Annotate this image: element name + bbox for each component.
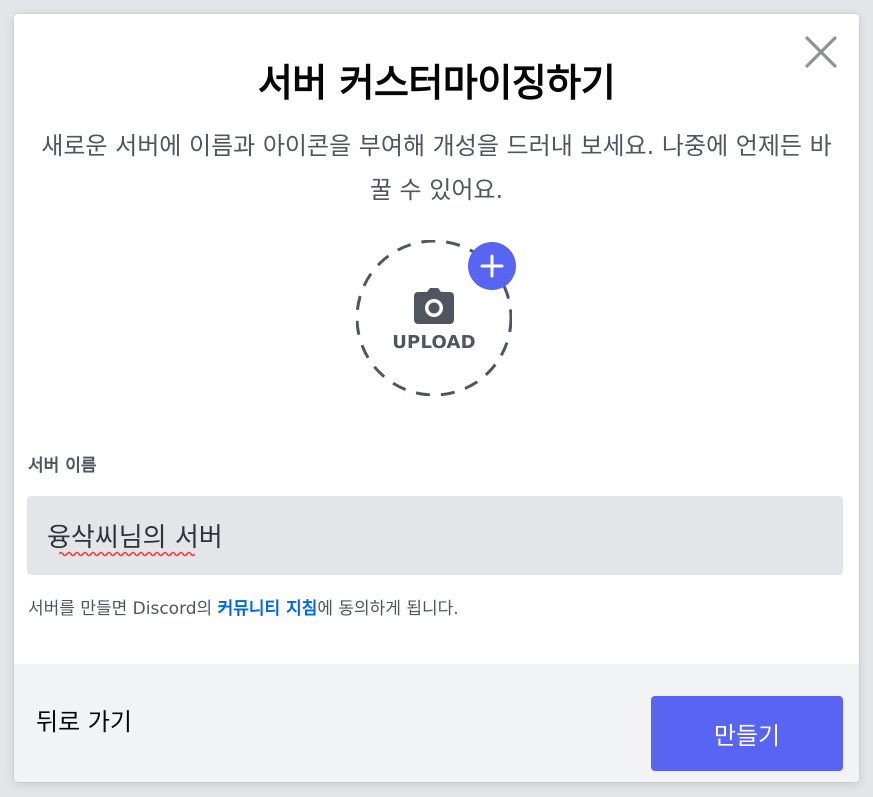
back-button[interactable]: 뒤로 가기 (36, 702, 132, 737)
modal-footer: 뒤로 가기 만들기 (14, 664, 859, 782)
modal-subtitle: 새로운 서버에 이름과 아이콘을 부여해 개성을 드러내 보세요. 나중에 언제… (41, 132, 832, 204)
plus-badge[interactable] (468, 242, 516, 290)
server-name-field (27, 496, 843, 575)
create-server-modal: 서버 커스터마이징하기 새로운 서버에 이름과 아이콘을 부여해 개성을 드러내… (14, 14, 859, 782)
terms-text: 서버를 만들면 Discord의 커뮤니티 지침에 동의하게 됩니다. (28, 594, 459, 619)
modal-title: 서버 커스터마이징하기 (257, 61, 616, 105)
server-name-input[interactable] (27, 496, 843, 575)
server-name-label: 서버 이름 (28, 456, 97, 476)
plus-icon (480, 254, 504, 278)
camera-icon (414, 288, 454, 324)
terms-prefix: 서버를 만들면 Discord의 (28, 599, 218, 619)
community-guidelines-link[interactable]: 커뮤니티 지침 (218, 599, 318, 619)
terms-suffix: 에 동의하게 됩니다. (317, 599, 459, 619)
upload-icon-button[interactable]: UPLOAD (356, 240, 516, 396)
upload-label: UPLOAD (392, 332, 476, 353)
create-button[interactable]: 만들기 (651, 696, 843, 771)
